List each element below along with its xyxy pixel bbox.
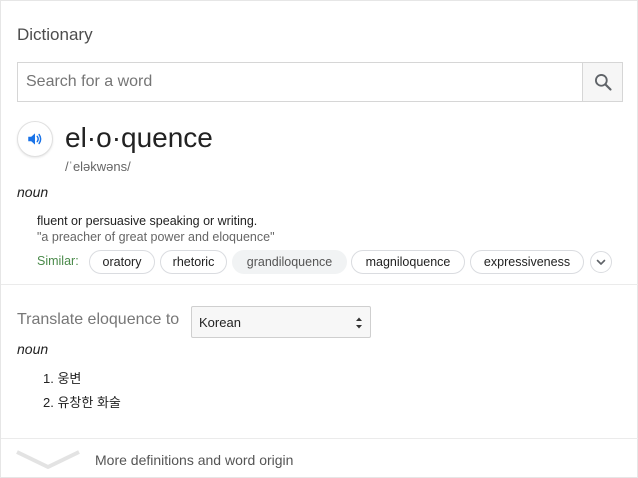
- card-title: Dictionary: [17, 25, 93, 44]
- dictionary-card: Dictionary el·o·quence /ˈeləkwəns/ noun …: [0, 0, 638, 478]
- similar-chip-oratory[interactable]: oratory: [89, 250, 155, 274]
- footer-divider: [1, 438, 638, 439]
- translation-item: 2. 유창한 화술: [43, 395, 121, 410]
- section-divider: [1, 284, 638, 285]
- speaker-icon: [28, 133, 42, 145]
- more-definitions-link[interactable]: More definitions and word origin: [95, 452, 293, 468]
- chevron-down-icon[interactable]: [15, 448, 81, 470]
- select-arrows-icon: [356, 317, 362, 329]
- language-select[interactable]: Korean: [191, 306, 371, 338]
- search-icon: [594, 74, 612, 91]
- similar-chip-grandiloquence: grandiloquence: [232, 250, 347, 274]
- chevron-down-icon: [596, 259, 606, 265]
- example-sentence: "a preacher of great power and eloquence…: [37, 230, 275, 244]
- search-input[interactable]: [18, 63, 582, 101]
- expand-similar-button[interactable]: [590, 251, 612, 273]
- search-button[interactable]: [582, 63, 622, 101]
- language-select-value: Korean: [199, 314, 241, 330]
- headword: el·o·quence: [65, 122, 213, 153]
- similar-chip-rhetoric[interactable]: rhetoric: [160, 250, 227, 274]
- pronounce-button[interactable]: [17, 121, 53, 157]
- translation-part-of-speech: noun: [17, 341, 49, 357]
- translate-label: Translate eloquence to: [17, 311, 180, 328]
- search-box: [17, 62, 623, 102]
- similar-chip-magniloquence[interactable]: magniloquence: [351, 250, 465, 274]
- similar-label: Similar:: [37, 254, 79, 268]
- part-of-speech: noun: [17, 184, 49, 200]
- definition: fluent or persuasive speaking or writing…: [37, 214, 258, 228]
- phonetic: /ˈeləkwəns/: [65, 159, 131, 174]
- similar-chip-expressiveness[interactable]: expressiveness: [470, 250, 584, 274]
- translation-item: 1. 웅변: [43, 371, 82, 386]
